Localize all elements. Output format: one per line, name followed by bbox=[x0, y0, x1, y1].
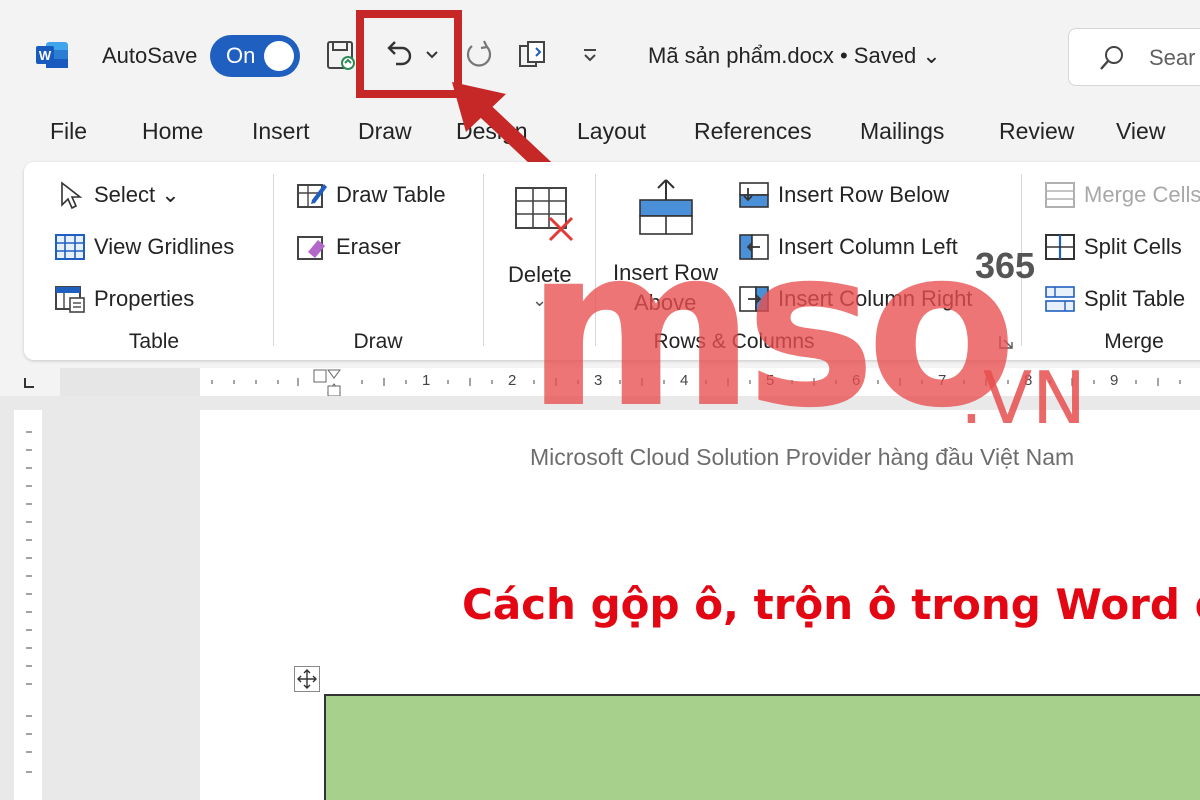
toggle-knob bbox=[264, 41, 294, 71]
gridlines-icon bbox=[55, 234, 85, 260]
customize-toolbar-icon[interactable] bbox=[580, 46, 600, 64]
tab-home[interactable]: Home bbox=[142, 118, 203, 145]
merge-cells-label: Merge Cells bbox=[1084, 182, 1200, 207]
watermark-badge: 365 bbox=[975, 245, 1036, 286]
table-move-handle[interactable] bbox=[294, 666, 320, 692]
autosave-toggle[interactable]: On bbox=[210, 35, 300, 77]
split-table-label: Split Table bbox=[1084, 286, 1186, 311]
eraser-label: Eraser bbox=[336, 234, 401, 259]
document-title[interactable]: Mã sản phẩm.docx • Saved ⌄ bbox=[648, 43, 941, 69]
search-placeholder: Sear bbox=[1149, 45, 1196, 70]
document-table[interactable] bbox=[324, 694, 1200, 800]
table-group-label: Table bbox=[128, 330, 180, 353]
split-cells-icon bbox=[1045, 234, 1075, 260]
svg-text:W: W bbox=[39, 48, 52, 63]
autosave-label: AutoSave bbox=[102, 43, 198, 68]
word-logo-icon[interactable]: W bbox=[36, 40, 70, 70]
split-table-icon bbox=[1045, 286, 1075, 312]
title-bar: W AutoSave On Mã sản phẩm.docx • Saved ⌄ bbox=[0, 0, 1200, 108]
draw-table-label: Draw Table bbox=[336, 182, 446, 207]
watermark-logo: mso bbox=[526, 200, 1017, 456]
watermark-tagline: Microsoft Cloud Solution Provider hàng đ… bbox=[530, 444, 1075, 470]
properties-label: Properties bbox=[94, 286, 195, 311]
eraser-icon bbox=[297, 236, 325, 260]
save-icon[interactable] bbox=[324, 38, 358, 72]
move-arrows-icon bbox=[297, 669, 317, 689]
merge-cells-icon bbox=[1045, 182, 1075, 208]
tab-file[interactable]: File bbox=[50, 118, 87, 145]
tab-insert[interactable]: Insert bbox=[252, 118, 310, 145]
draw-table-icon bbox=[297, 184, 327, 208]
view-gridlines-button[interactable]: View Gridlines bbox=[54, 232, 234, 262]
eraser-button[interactable]: Eraser bbox=[296, 232, 401, 262]
tab-layout[interactable]: Layout bbox=[577, 118, 646, 145]
split-cells-button[interactable]: Split Cells bbox=[1044, 232, 1182, 262]
group-separator bbox=[483, 174, 484, 346]
split-cells-label: Split Cells bbox=[1084, 234, 1182, 259]
group-separator bbox=[273, 174, 274, 346]
ruler-number: 1 bbox=[422, 372, 431, 389]
select-button[interactable]: Select ⌄ bbox=[54, 180, 180, 210]
view-gridlines-label: View Gridlines bbox=[94, 234, 235, 259]
tab-review[interactable]: Review bbox=[999, 118, 1074, 145]
tab-view[interactable]: View bbox=[1116, 118, 1165, 145]
properties-button[interactable]: Properties bbox=[54, 284, 194, 314]
ruler-number: 9 bbox=[1110, 372, 1119, 389]
cursor-icon bbox=[61, 181, 83, 210]
tab-draw[interactable]: Draw bbox=[358, 118, 412, 145]
document-heading[interactable]: Cách gộp ô, trộn ô trong Word để bbox=[462, 580, 1200, 629]
search-icon bbox=[1100, 46, 1123, 70]
vertical-ruler[interactable] bbox=[14, 410, 42, 800]
tab-references[interactable]: References bbox=[694, 118, 812, 145]
select-label: Select ⌄ bbox=[94, 182, 180, 207]
draw-table-button[interactable]: Draw Table bbox=[296, 180, 446, 210]
tab-selector-icon[interactable] bbox=[22, 376, 36, 390]
merge-group-label: Merge bbox=[1104, 330, 1164, 353]
ruler-number: 2 bbox=[508, 372, 517, 389]
ruler-margin bbox=[60, 368, 200, 396]
merge-cells-button[interactable]: Merge Cells bbox=[1044, 180, 1200, 210]
redo-icon[interactable] bbox=[462, 38, 496, 72]
watermark-domain: .VN bbox=[960, 356, 1086, 440]
menu-tabs: File Home Insert Draw Design Layout Refe… bbox=[0, 118, 1200, 152]
tab-mailings[interactable]: Mailings bbox=[860, 118, 944, 145]
toggle-label: On bbox=[226, 43, 256, 68]
draw-group-label: Draw bbox=[353, 330, 403, 353]
split-table-button[interactable]: Split Table bbox=[1044, 284, 1185, 314]
search-box[interactable]: Sear bbox=[1068, 28, 1200, 86]
vertical-ruler-ticks bbox=[26, 431, 32, 773]
touch-mode-icon[interactable] bbox=[516, 38, 550, 72]
table-properties-icon bbox=[55, 286, 85, 313]
